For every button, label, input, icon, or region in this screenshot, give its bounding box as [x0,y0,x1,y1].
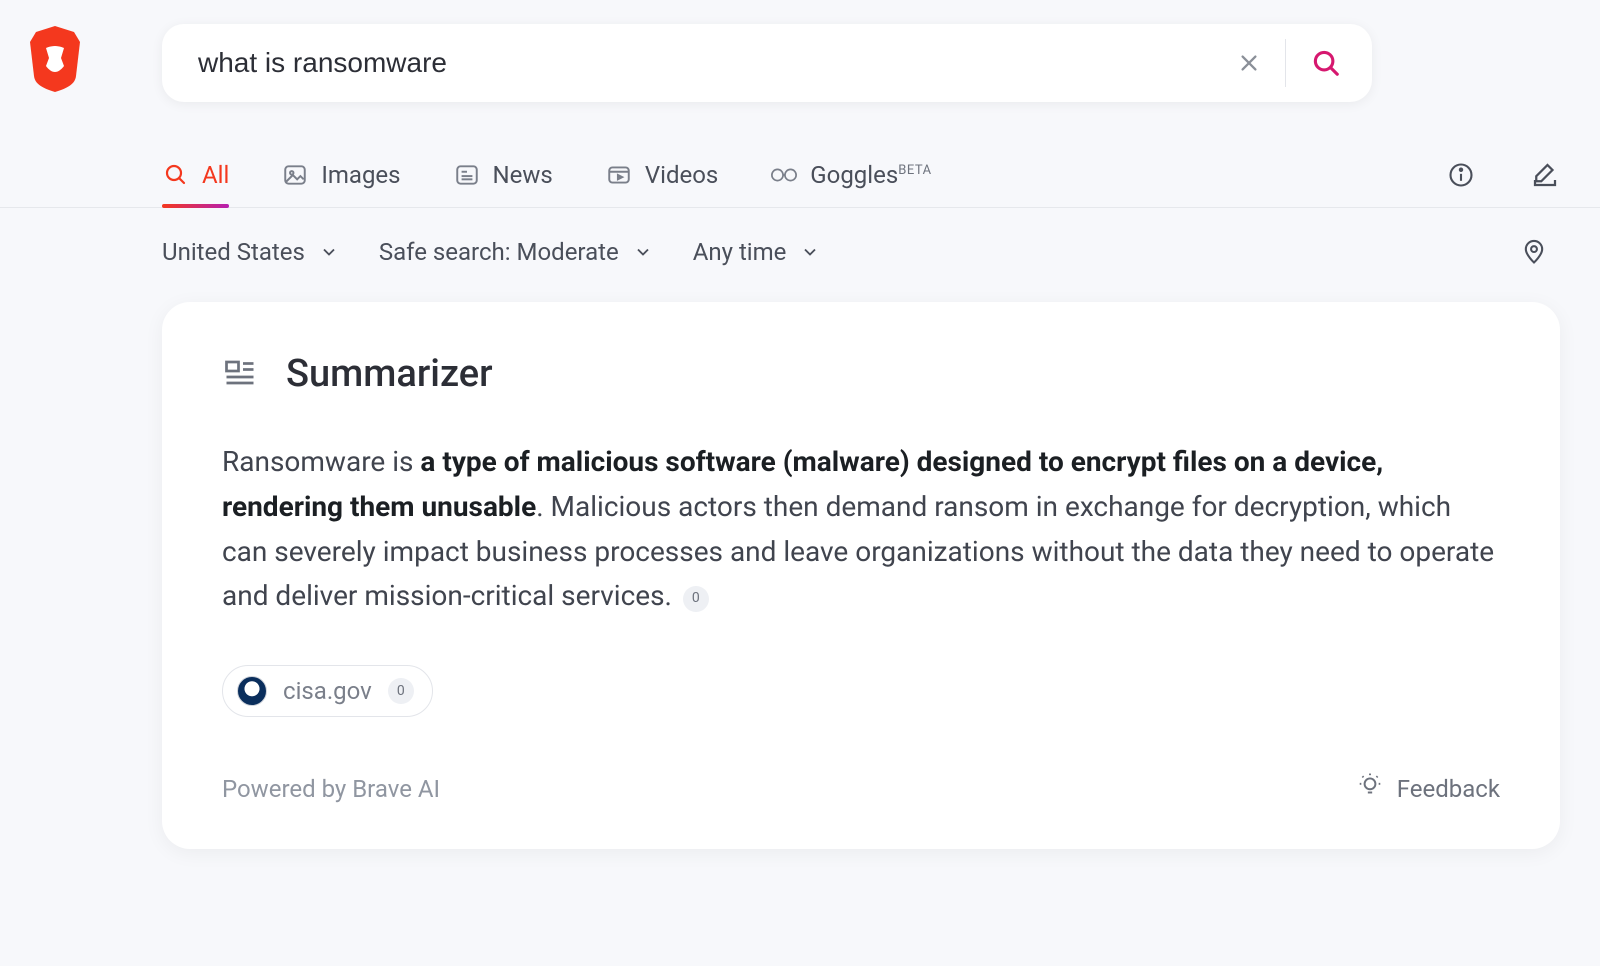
filter-label: Any time [693,238,787,266]
filter-region[interactable]: United States [162,238,339,266]
search-button[interactable] [1304,41,1348,85]
source-chip[interactable]: cisa.gov 0 [222,665,433,717]
source-domain: cisa.gov [283,677,372,705]
chevron-down-icon [319,242,339,262]
powered-by: Powered by Brave AI [222,775,440,803]
compose-icon[interactable] [1530,160,1560,190]
video-icon [605,161,633,189]
search-icon [162,161,190,189]
tab-news[interactable]: News [453,142,553,207]
summary-text: Ransomware is a type of malicious softwa… [222,440,1500,619]
chevron-down-icon [800,242,820,262]
filter-safe-search[interactable]: Safe search: Moderate [379,238,653,266]
search-bar [162,24,1372,102]
tab-all[interactable]: All [162,142,229,207]
tab-videos[interactable]: Videos [605,142,718,207]
info-icon[interactable] [1446,160,1476,190]
lightbulb-icon [1357,773,1383,805]
news-icon [453,161,481,189]
filter-label: Safe search: Moderate [379,238,619,266]
search-input[interactable] [198,47,1227,79]
filter-time[interactable]: Any time [693,238,821,266]
summary-prefix: Ransomware is [222,445,420,478]
source-favicon [237,676,267,706]
filters: United States Safe search: Moderate Any … [0,208,1600,266]
summarizer-icon [222,356,258,392]
chevron-down-icon [633,242,653,262]
source-citation-number: 0 [388,678,414,704]
location-icon[interactable] [1520,238,1550,268]
clear-search-button[interactable] [1227,41,1271,85]
tab-label: Images [321,161,400,189]
tab-label: News [493,161,553,189]
tab-label: GogglesBETA [810,161,931,189]
feedback-label: Feedback [1397,775,1500,803]
tab-images[interactable]: Images [281,142,400,207]
goggles-icon [770,161,798,189]
summarizer-card: Summarizer Ransomware is a type of malic… [162,302,1560,849]
summarizer-title: Summarizer [286,352,493,396]
inline-citation[interactable]: 0 [683,586,709,612]
filter-label: United States [162,238,305,266]
brave-logo[interactable] [26,24,84,94]
search-tabs: All Images News Videos GogglesBETA [0,142,1600,208]
tab-label: Videos [645,161,718,189]
feedback-button[interactable]: Feedback [1357,773,1500,805]
divider [1285,39,1286,87]
tab-goggles[interactable]: GogglesBETA [770,142,931,207]
tab-label: All [202,161,229,189]
image-icon [281,161,309,189]
